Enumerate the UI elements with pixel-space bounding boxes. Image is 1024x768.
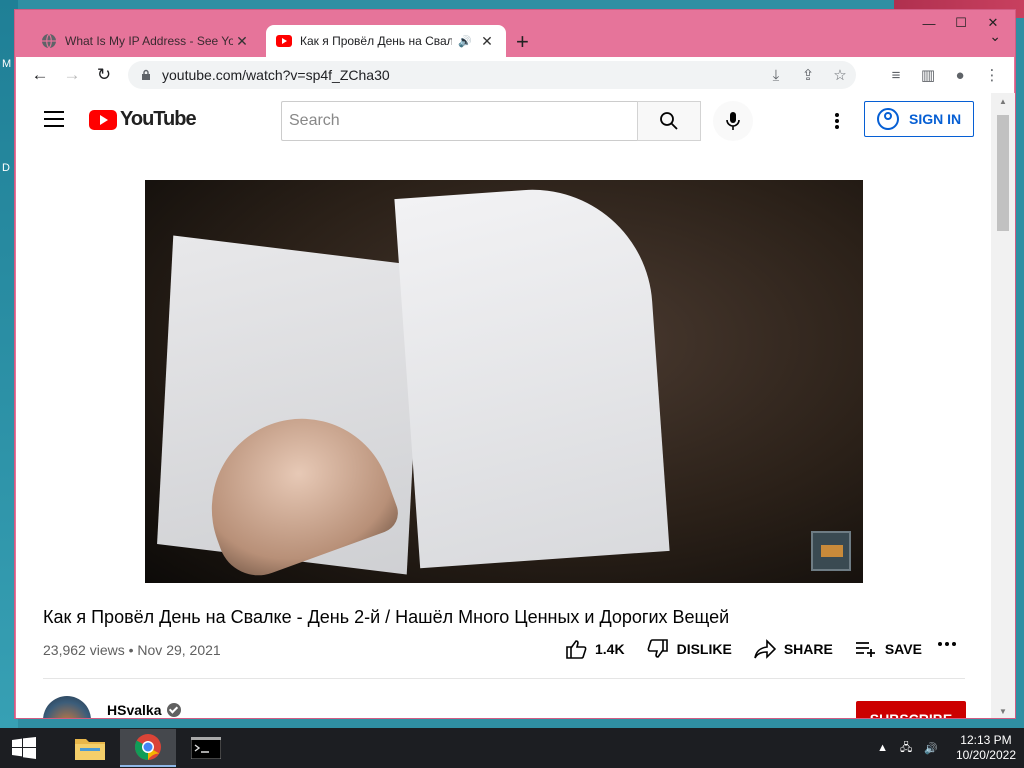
subscribe-button[interactable]: SUBSCRIBE (856, 701, 966, 718)
save-label: SAVE (884, 641, 922, 657)
video-meta: 23,962 views • Nov 29, 2021 (43, 642, 221, 658)
video-frame-paper-right (394, 181, 670, 569)
chrome-icon (134, 734, 161, 761)
network-icon[interactable]: 🖧 (900, 739, 912, 758)
like-button[interactable]: 1.4K (565, 639, 625, 659)
video-title: Как я Провёл День на Свалке - День 2-й /… (43, 607, 730, 627)
tab-youtube-video[interactable]: Как я Провёл День на Свал 🔊 ✕ (266, 25, 506, 57)
video-actions: 1.4K DISLIKE SHARE SAVE (565, 639, 944, 659)
youtube-logo-text: YouTube (120, 108, 197, 130)
youtube-favicon-icon (276, 35, 292, 47)
back-icon[interactable]: ← (24, 61, 56, 89)
share-arrow-icon (754, 639, 776, 659)
playlist-add-icon (855, 642, 875, 657)
install-icon[interactable]: ⤓ (760, 67, 792, 84)
show-hidden-icons-icon[interactable]: ▲ (877, 742, 888, 754)
media-controls-icon[interactable]: ≡ (880, 61, 912, 89)
bookmark-star-icon[interactable]: ☆ (824, 66, 856, 84)
clock-date: 10/20/2022 (955, 748, 1016, 762)
toolbar-right: ≡ ▥ ● ⋮ (880, 61, 1008, 89)
desktop-label-d: D (2, 162, 10, 174)
more-actions-icon[interactable] (936, 642, 957, 646)
clock-time: 12:13 PM (960, 733, 1012, 747)
save-button[interactable]: SAVE (855, 639, 922, 659)
dislike-button[interactable]: DISLIKE (647, 639, 732, 659)
sign-in-button[interactable]: SIGN IN (864, 101, 974, 137)
reload-icon[interactable]: ↻ (88, 61, 120, 89)
browser-toolbar: ← → ↻ youtube.com/watch?v=sp4f_ZCha30 ⤓ … (16, 57, 1014, 93)
tab-search-icon[interactable]: ⌄ (989, 28, 1001, 45)
minimize-button[interactable]: — (913, 12, 945, 34)
channel-name-row[interactable]: HSvalka (107, 702, 182, 718)
verified-check-icon (167, 703, 182, 717)
taskbar-command-prompt[interactable] (178, 729, 234, 767)
taskbar: ▲ 🖧 🔊 12:13 PM 10/20/2022 (0, 728, 1024, 768)
hamburger-menu-icon[interactable] (44, 111, 64, 132)
taskbar-file-explorer[interactable] (62, 729, 118, 767)
share-page-icon[interactable]: ⇪ (792, 66, 824, 84)
search-input[interactable]: Search (281, 101, 637, 141)
browser-window: — ☐ ✕ What Is My IP Address - See Your ✕… (14, 9, 1016, 719)
view-count: 23,962 views (43, 642, 125, 658)
tab-strip: What Is My IP Address - See Your ✕ Как я… (23, 21, 895, 57)
settings-more-icon[interactable] (825, 109, 849, 133)
profile-icon[interactable]: ● (944, 61, 976, 89)
youtube-logo[interactable]: YouTube (89, 108, 197, 131)
page-scrollbar[interactable]: ▲ ▼ (991, 93, 1015, 718)
sign-in-label: SIGN IN (909, 111, 962, 127)
channel-watermark-icon[interactable] (811, 531, 851, 571)
share-label: SHARE (783, 641, 833, 657)
start-button[interactable] (0, 728, 48, 768)
lock-icon (142, 69, 150, 80)
scroll-down-arrow-icon[interactable]: ▼ (991, 707, 1015, 716)
speaker-icon[interactable]: 🔊 (458, 35, 472, 48)
forward-icon[interactable]: → (56, 61, 88, 89)
folder-icon (75, 739, 105, 760)
scrollbar-thumb[interactable] (997, 115, 1009, 231)
microphone-icon (726, 112, 740, 130)
clock[interactable]: 12:13 PM 10/20/2022 (956, 733, 1016, 763)
channel-avatar[interactable] (43, 696, 91, 718)
system-tray: ▲ 🖧 🔊 12:13 PM 10/20/2022 (871, 728, 1016, 768)
scroll-up-arrow-icon[interactable]: ▲ (991, 97, 1015, 106)
search-icon (660, 112, 678, 130)
dislike-label: DISLIKE (676, 641, 732, 657)
youtube-play-icon (89, 109, 117, 130)
terminal-icon (191, 737, 221, 759)
thumbs-down-icon (647, 639, 668, 658)
globe-icon (42, 33, 56, 49)
address-bar-actions: ⤓ ⇪ ☆ (760, 61, 856, 89)
close-tab-icon[interactable]: ✕ (478, 33, 496, 50)
share-button[interactable]: SHARE (754, 639, 833, 659)
like-count: 1.4K (595, 641, 625, 657)
address-bar[interactable]: youtube.com/watch?v=sp4f_ZCha30 ⤓ ⇪ ☆ (128, 61, 856, 89)
youtube-header: YouTube Search SIGN IN (16, 93, 991, 149)
volume-icon[interactable]: 🔊 (924, 742, 938, 755)
search-button[interactable] (637, 101, 701, 141)
tab-title: What Is My IP Address - See Your (65, 34, 233, 48)
video-player[interactable] (145, 180, 863, 583)
account-icon (877, 108, 899, 130)
upload-date: Nov 29, 2021 (137, 642, 221, 658)
channel-name: HSvalka (107, 702, 162, 718)
url-text: youtube.com/watch?v=sp4f_ZCha30 (162, 67, 390, 83)
tab-title: Как я Провёл День на Свал (300, 34, 453, 48)
section-divider (43, 678, 965, 679)
taskbar-chrome[interactable] (120, 729, 176, 767)
new-tab-button[interactable]: + (516, 29, 529, 55)
voice-search-button[interactable] (713, 101, 753, 141)
maximize-button[interactable]: ☐ (945, 12, 977, 34)
desktop-label-m: M (2, 58, 12, 70)
side-panel-icon[interactable]: ▥ (912, 61, 944, 89)
windows-logo-icon (12, 737, 36, 759)
chrome-menu-icon[interactable]: ⋮ (976, 61, 1008, 89)
tab-whatismyip[interactable]: What Is My IP Address - See Your ✕ (31, 25, 261, 57)
thumbs-up-icon (566, 640, 587, 659)
close-tab-icon[interactable]: ✕ (233, 33, 251, 50)
youtube-page: YouTube Search SIGN IN Как я Провёл День… (16, 93, 991, 718)
